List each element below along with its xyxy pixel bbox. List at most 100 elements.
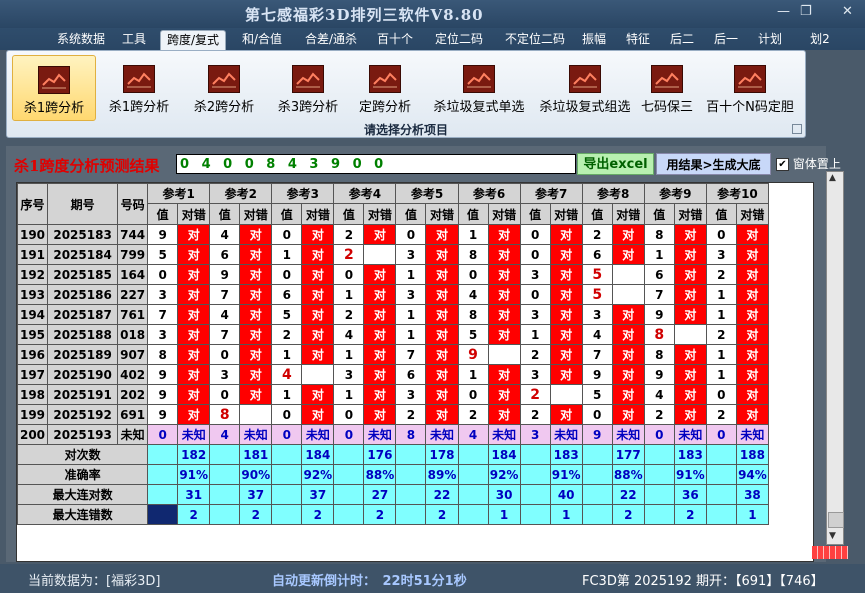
restore-icon[interactable]: ❐	[800, 4, 812, 19]
ref-hit: 对	[735, 244, 770, 265]
ref-value: 2	[705, 404, 737, 425]
minimize-icon[interactable]: —	[777, 4, 790, 19]
stats-value: 91%	[549, 464, 583, 485]
ref-value: 4	[271, 364, 303, 385]
table-row[interactable]: 194 2025187 761 7 对 4 对 5 对 2 对 1 对 8 对 3 对 3 对 9 对 1 对	[17, 304, 770, 325]
vertical-scrollbar[interactable]: ▲ ▼	[826, 171, 844, 545]
table-row[interactable]: 199 2025192 691 9 对 8 0 对 0 对 2 对 2 对 2 对 0 对 2 对 2 对	[17, 404, 770, 425]
status-indicator	[812, 546, 848, 559]
ref-unknown: 未知	[363, 424, 397, 445]
scroll-thumb[interactable]	[828, 512, 844, 528]
ribbon-button-6[interactable]: 杀垃圾复式组选	[535, 55, 635, 119]
ribbon-button-2[interactable]: 杀2跨分析	[185, 55, 263, 119]
ref-hit: 对	[735, 364, 770, 385]
stats-spacer	[395, 504, 427, 525]
menu-tab-4[interactable]: 合差/通杀	[300, 30, 362, 50]
stats-value: 182	[177, 444, 211, 465]
row-seq: 192	[17, 264, 49, 285]
menu-tab-7[interactable]: 不定位二码	[497, 30, 573, 50]
menu-tab-8[interactable]: 振幅	[576, 30, 612, 50]
row-issue: 2025189	[47, 344, 119, 365]
table-row[interactable]: 198 2025191 202 9 对 0 对 1 对 1 对 3 对 0 对 2 5 对 4 对 0 对	[17, 384, 770, 405]
ref-value: 2	[519, 344, 551, 365]
generate-base-button[interactable]: 用结果>生成大底	[656, 153, 771, 175]
menu-tab-5[interactable]: 百十个	[372, 30, 418, 50]
row-seq: 196	[17, 344, 49, 365]
ref-hit: 对	[611, 324, 645, 345]
table-row[interactable]: 195 2025188 018 3 对 7 对 2 对 4 对 1 对 5 对 1 对 4 对 8 2 对	[17, 324, 770, 345]
scroll-up-icon[interactable]: ▲	[829, 173, 836, 183]
ref-hit: 对	[673, 364, 707, 385]
menu-tab-0[interactable]: 系统数据	[52, 30, 110, 50]
stats-row: 对次数 182 181 184 176 178 184 183 177 183 188	[17, 444, 770, 465]
ref-hit: 对	[239, 284, 273, 305]
menu-tab-2[interactable]: 跨度/复式	[160, 30, 226, 51]
title-bar: 第七感福彩3D排列三软件V8.80 — ❐ ✕	[0, 0, 865, 28]
ribbon-button-8[interactable]: 百十个N码定胆	[702, 55, 798, 119]
ref-hit: 对	[301, 264, 335, 285]
ref-hit: 对	[673, 344, 707, 365]
menu-tab-3[interactable]: 和/合值	[236, 30, 288, 50]
result-field[interactable]: 0 4 0 0 8 4 3 9 0 0	[176, 154, 576, 174]
ref-hit: 对	[363, 404, 397, 425]
ref-value: 1	[457, 364, 489, 385]
table-row[interactable]: 190 2025183 744 9 对 4 对 0 对 2 对 0 对 1 对 0 对 2 对 8 对 0 对	[17, 224, 770, 245]
ribbon-button-1[interactable]: 杀1跨分析	[101, 55, 177, 119]
close-icon[interactable]: ✕	[842, 4, 853, 19]
header-check: 对错	[487, 203, 521, 225]
ref-unknown: 未知	[301, 424, 335, 445]
table-row[interactable]: 192 2025185 164 0 对 9 对 0 对 0 对 1 对 0 对 3 对 5 6 对 2 对	[17, 264, 770, 285]
stats-row: 最大连错数 2 2 2 2 2 1 1 2 2 1	[17, 504, 770, 525]
ribbon-button-0[interactable]: 杀1跨分析	[12, 55, 96, 121]
checkbox-icon[interactable]: ✔	[776, 158, 789, 171]
stats-spacer	[395, 444, 427, 465]
pending-row[interactable]: 200 2025193 未知 0 未知 4 未知 0 未知 0 未知 8 未知 4 未知 3 未知 9 未知 0 未知 0…	[17, 424, 770, 445]
ribbon-button-7[interactable]: 七码保三	[637, 55, 697, 119]
stats-spacer	[333, 464, 365, 485]
ref-value: 5	[147, 244, 179, 265]
ref-hit: 对	[611, 224, 645, 245]
ribbon-button-3[interactable]: 杀3跨分析	[269, 55, 347, 119]
ref-value: 9	[147, 224, 179, 245]
table-row[interactable]: 197 2025190 402 9 对 3 对 4 3 对 6 对 1 对 3 对 9 对 9 对 1 对	[17, 364, 770, 385]
ref-value: 0	[271, 224, 303, 245]
ribbon-expand-icon[interactable]	[792, 124, 802, 134]
scroll-down-icon[interactable]: ▼	[829, 531, 836, 541]
menu-tab-9[interactable]: 特征	[620, 30, 656, 50]
ribbon-button-4[interactable]: 定跨分析	[350, 55, 420, 119]
ref-value: 8	[457, 304, 489, 325]
table-row[interactable]: 193 2025186 227 3 对 7 对 6 对 1 对 3 对 4 对 0 对 5 7 对 1 对	[17, 284, 770, 305]
stats-value: 2	[239, 504, 273, 525]
ref-value: 8	[643, 224, 675, 245]
stats-spacer	[147, 464, 179, 485]
menu-tab-10[interactable]: 后二	[664, 30, 700, 50]
ref-hit: 对	[177, 364, 211, 385]
menu-tab-13[interactable]: 划2	[808, 30, 832, 50]
ref-value: 5	[581, 384, 613, 405]
ribbon-button-5[interactable]: 杀垃圾复式单选	[427, 55, 531, 119]
ref-hit: 对	[611, 364, 645, 385]
menu-tab-11[interactable]: 后一	[708, 30, 744, 50]
header-ref: 参考7	[519, 183, 583, 204]
ref-value: 0	[519, 224, 551, 245]
menu-tab-6[interactable]: 定位二码	[428, 30, 490, 50]
ref-value: 0	[209, 384, 241, 405]
menu-tab-1[interactable]: 工具	[118, 30, 150, 50]
header-check: 对错	[301, 203, 335, 225]
stats-value: 2	[177, 504, 211, 525]
stats-spacer	[705, 464, 737, 485]
ref-value: 5	[271, 304, 303, 325]
table-row[interactable]: 196 2025189 907 8 对 0 对 1 对 1 对 7 对 9 2 对 7 对 8 对 1 对	[17, 344, 770, 365]
ref-hit: 对	[301, 384, 335, 405]
ref-value: 1	[271, 344, 303, 365]
menu-tab-12[interactable]: 计划	[752, 30, 788, 50]
ref-value: 2	[333, 244, 365, 265]
ref-value: 6	[271, 284, 303, 305]
ref-value: 3	[395, 284, 427, 305]
table-row[interactable]: 191 2025184 799 5 对 6 对 1 对 2 3 对 8 对 0 对 6 对 1 对 3 对	[17, 244, 770, 265]
stats-spacer	[395, 484, 427, 505]
export-excel-button[interactable]: 导出excel	[577, 153, 654, 175]
ref-hit: 对	[363, 224, 397, 245]
pin-window-checkbox[interactable]: ✔ 窗体置上	[776, 155, 841, 172]
ref-hit: 对	[177, 244, 211, 265]
